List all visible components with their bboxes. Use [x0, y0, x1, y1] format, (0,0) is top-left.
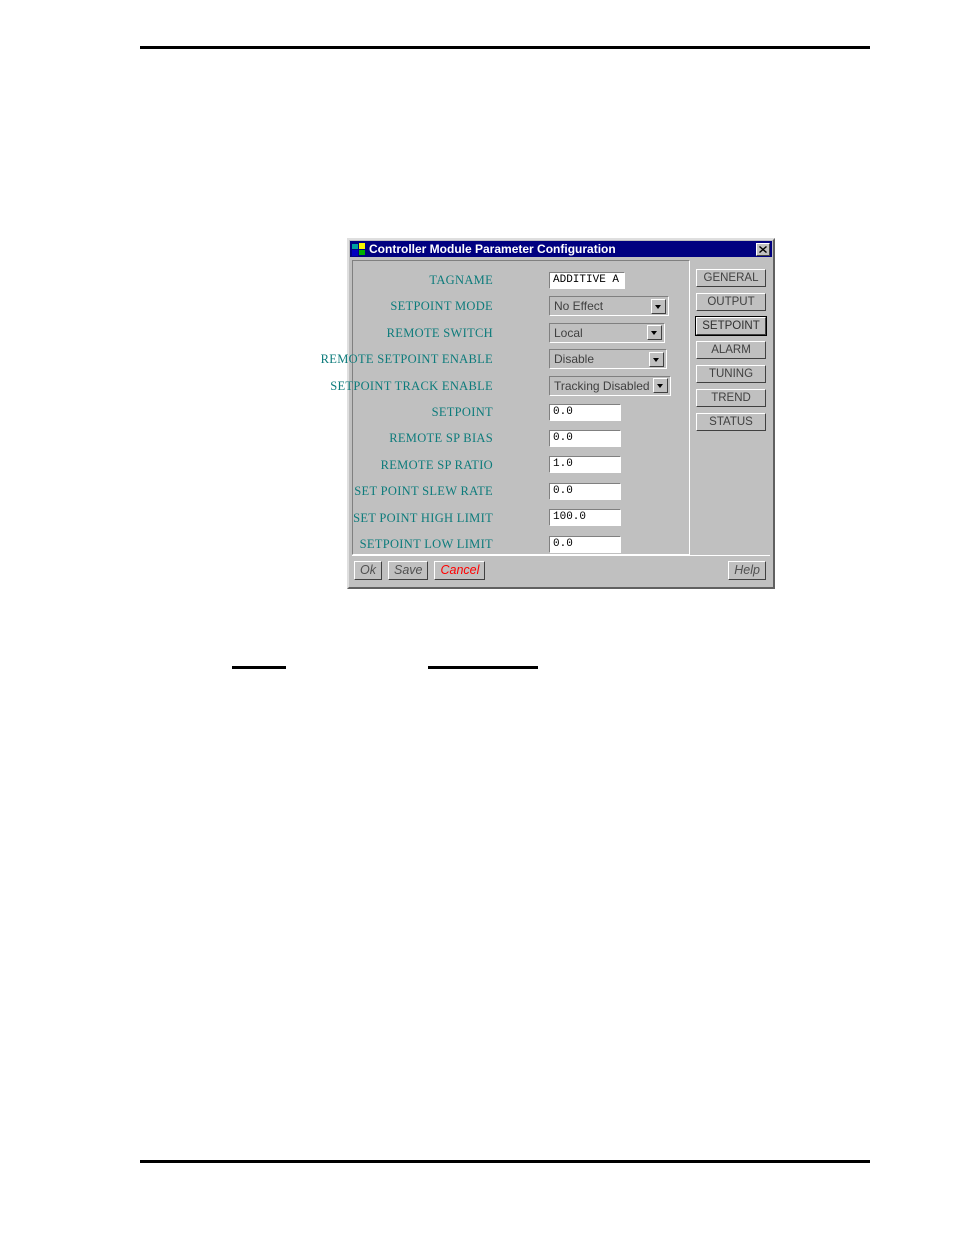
- dropdown-value: Local: [554, 325, 583, 340]
- field-row: SETPOINT 0.0: [353, 401, 689, 423]
- page-footer-rule: [140, 1160, 870, 1163]
- tab-alarm[interactable]: ALARM: [696, 341, 766, 359]
- input-set-point-slew-rate[interactable]: 0.0: [549, 482, 621, 500]
- field-label: TAGNAME: [429, 273, 493, 287]
- dialog-titlebar[interactable]: Controller Module Parameter Configuratio…: [350, 241, 772, 257]
- field-row: REMOTE SETPOINT ENABLE Disable: [321, 348, 689, 370]
- save-button[interactable]: Save: [387, 560, 429, 580]
- field-label: SETPOINT: [431, 405, 493, 419]
- dialog-title: Controller Module Parameter Configuratio…: [369, 242, 616, 256]
- dropdown-setpoint-track-enable[interactable]: Tracking Disabled: [549, 375, 671, 396]
- field-row: REMOTE SP RATIO 1.0: [353, 454, 689, 476]
- field-row: SET POINT HIGH LIMIT 100.0: [353, 507, 689, 529]
- chevron-down-icon[interactable]: [649, 351, 664, 367]
- field-label: REMOTE SP RATIO: [380, 457, 493, 472]
- parameter-field-panel: TAGNAME ADDITIVE A SETPOINT MODE No Effect R…: [321, 260, 690, 555]
- ok-button[interactable]: Ok: [354, 560, 382, 580]
- field-row: SET POINT SLEW RATE 0.0: [353, 480, 689, 502]
- dialog-body: TAGNAME ADDITIVE A SETPOINT MODE No Effect R…: [321, 260, 770, 555]
- dropdown-remote-switch[interactable]: Local: [549, 322, 665, 343]
- dropdown-remote-setpoint-enable[interactable]: Disable: [549, 349, 667, 370]
- field-label: REMOTE SP BIAS: [389, 431, 493, 446]
- chevron-down-icon[interactable]: [651, 298, 666, 314]
- tab-trend[interactable]: TREND: [696, 389, 766, 407]
- section-tab-column: GENERAL OUTPUT SETPOINT ALARM TUNING TREND STA…: [692, 260, 770, 555]
- field-row: TAGNAME ADDITIVE A: [353, 269, 689, 291]
- input-remote-sp-ratio[interactable]: 1.0: [549, 456, 621, 474]
- field-row: SETPOINT TRACK ENABLE Tracking Disabled: [330, 375, 689, 397]
- field-label: SET POINT HIGH LIMIT: [353, 510, 493, 525]
- input-remote-sp-bias[interactable]: 0.0: [549, 429, 621, 447]
- input-setpoint[interactable]: 0.0: [549, 403, 621, 421]
- field-label: SETPOINT TRACK ENABLE: [330, 378, 493, 393]
- chevron-down-icon[interactable]: [647, 325, 662, 341]
- tab-status[interactable]: STATUS: [696, 413, 766, 431]
- input-setpoint-low-limit[interactable]: 0.0: [549, 535, 621, 553]
- field-row: REMOTE SWITCH Local: [353, 322, 689, 344]
- dialog-command-bar: Ok Save Cancel Help: [352, 555, 770, 584]
- dropdown-value: Tracking Disabled: [554, 378, 650, 393]
- input-set-point-high-limit[interactable]: 100.0: [549, 509, 621, 527]
- underline-mark-left: [232, 666, 286, 669]
- help-button[interactable]: Help: [728, 560, 766, 580]
- field-label: SETPOINT LOW LIMIT: [359, 537, 493, 551]
- controller-module-parameter-configuration-dialog: Controller Module Parameter Configuratio…: [321, 238, 775, 589]
- cancel-button[interactable]: Cancel: [434, 560, 486, 580]
- field-label: SETPOINT MODE: [390, 299, 493, 314]
- tab-tuning[interactable]: TUNING: [696, 365, 766, 383]
- field-row: REMOTE SP BIAS 0.0: [353, 427, 689, 449]
- field-label: REMOTE SWITCH: [386, 325, 493, 340]
- dropdown-value: No Effect: [554, 299, 604, 314]
- tab-output[interactable]: OUTPUT: [696, 293, 766, 311]
- dropdown-value: Disable: [554, 352, 595, 367]
- dropdown-setpoint-mode[interactable]: No Effect: [549, 296, 669, 317]
- close-icon[interactable]: [756, 242, 770, 256]
- tab-setpoint[interactable]: SETPOINT: [695, 316, 767, 336]
- underline-mark-right: [428, 666, 538, 669]
- field-row: SETPOINT LOW LIMIT 0.0: [353, 533, 689, 555]
- input-tagname[interactable]: ADDITIVE A: [549, 271, 625, 289]
- field-label: SET POINT SLEW RATE: [354, 484, 493, 499]
- page-header-rule: [140, 46, 870, 49]
- windows-logo-icon: [352, 242, 365, 256]
- chevron-down-icon[interactable]: [653, 378, 668, 394]
- tab-general[interactable]: GENERAL: [696, 269, 766, 287]
- field-label: REMOTE SETPOINT ENABLE: [320, 352, 493, 367]
- field-row: SETPOINT MODE No Effect: [353, 295, 689, 317]
